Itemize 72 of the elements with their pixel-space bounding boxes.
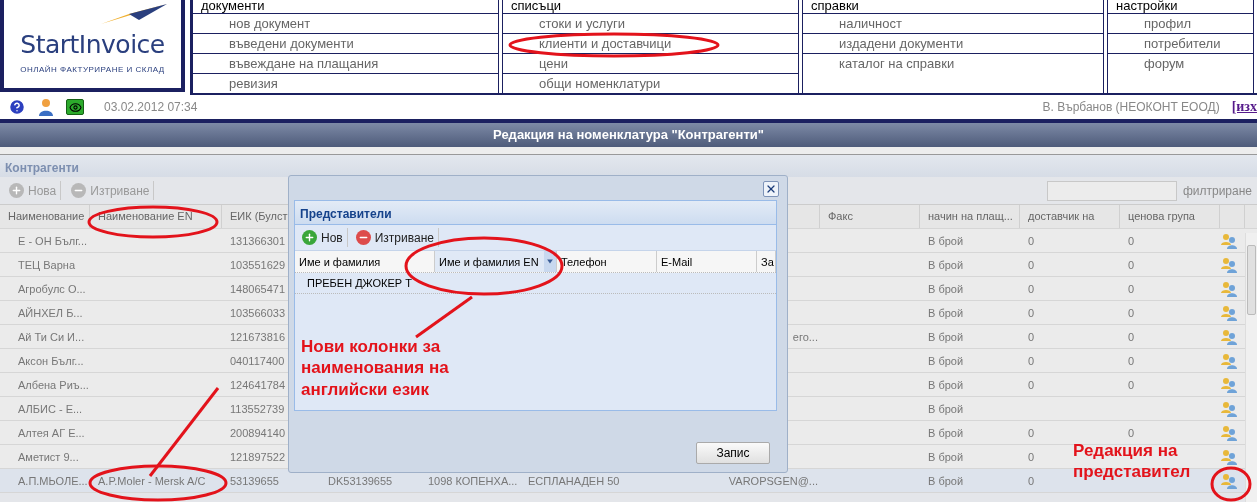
- logo-name: StartInvoice: [20, 30, 165, 59]
- table-cell: Албена Риъ...: [18, 378, 89, 391]
- table-cell: 0: [1028, 234, 1035, 247]
- table-cell: 113552739: [230, 402, 285, 415]
- table-cell: АЛБИС - Е...: [18, 402, 83, 415]
- table-cell: A.P.Moler - Mersk A/C: [98, 474, 206, 487]
- table-cell: 103566033: [230, 306, 286, 319]
- table-cell: 0: [1128, 306, 1135, 319]
- table-cell: 121897522: [230, 450, 286, 463]
- table-cell: Е - ОН Бълг...: [18, 234, 88, 247]
- table-cell: Агробулс О...: [18, 282, 86, 295]
- table-cell: 0: [1028, 330, 1035, 343]
- table-cell: 040117400: [230, 354, 285, 367]
- table-cell: В брой: [928, 282, 964, 295]
- date-time: 03.02.2012 07:34: [104, 100, 198, 114]
- table-cell: 0: [1028, 378, 1035, 391]
- table-cell: 0: [1028, 450, 1035, 463]
- table-cell: 0: [1028, 474, 1035, 487]
- table-cell: 0: [1128, 258, 1135, 271]
- table-cell: В брой: [928, 234, 964, 247]
- table-cell: ЕСПЛАНАДЕН 50: [528, 474, 620, 487]
- dialog-title: Представители: [295, 201, 776, 225]
- table-cell: 103551629: [230, 258, 286, 271]
- table-cell: 0: [1028, 282, 1035, 295]
- table-cell: В брой: [928, 306, 964, 319]
- panel-title: Контрагенти: [0, 155, 1257, 177]
- annotation-text: Нови колонки за наименования на английски език: [301, 336, 450, 400]
- table-cell: Аметист 9...: [18, 450, 79, 463]
- table-cell: 0: [1128, 378, 1135, 391]
- table-cell: 53139655: [230, 474, 279, 487]
- table-cell: АЙНХЕЛ Б...: [18, 306, 83, 319]
- menu-heading: справки: [803, 0, 1103, 14]
- filter-label: филтриране: [1182, 183, 1252, 198]
- table-cell: 0: [1128, 330, 1135, 343]
- menu-heading: документи: [193, 0, 498, 14]
- table-cell: его...: [792, 330, 818, 343]
- table-cell: DK53139655: [328, 474, 393, 487]
- table-cell: 0: [1028, 306, 1035, 319]
- table-cell: 124641784: [230, 378, 286, 391]
- table-cell-text: ПРЕБЕН ДЖОКЕР Т: [306, 277, 413, 289]
- table-cell: 0: [1028, 426, 1035, 439]
- table-cell: 0: [1028, 258, 1035, 271]
- table-cell: ТЕЦ Варна: [18, 258, 75, 271]
- table-cell: В брой: [928, 378, 964, 391]
- table-cell: 121673816: [230, 330, 286, 343]
- table-cell: В брой: [928, 258, 964, 271]
- table-cell: В брой: [928, 354, 964, 367]
- table-cell: А.П.МЬОЛЕ...: [18, 474, 88, 487]
- table-cell: В брой: [928, 474, 964, 487]
- table-cell: VAROPSGEN@...: [728, 474, 818, 487]
- table-cell: Алтея АГ Е...: [18, 426, 85, 439]
- table-cell: В брой: [928, 450, 964, 463]
- table-cell: В брой: [928, 402, 964, 415]
- user-name: В. Върбанов (НЕОКОНТ ЕООД): [1042, 100, 1220, 114]
- table-cell: 148065471: [230, 282, 286, 295]
- menu-heading: настройки: [1108, 0, 1253, 14]
- menu-heading: списъци: [503, 0, 798, 14]
- table-cell: Ай Ти Си И...: [18, 330, 85, 343]
- annotation-text: Редакция на: [1073, 440, 1179, 462]
- table-cell: 200894140: [230, 426, 286, 439]
- table-cell: 131366301: [230, 234, 286, 247]
- page-title: Редакция на номенклатура "Контрагенти": [0, 119, 1257, 147]
- table-cell: 0: [1028, 354, 1035, 367]
- table-cell: 1098 КОПЕНХА...: [428, 474, 518, 487]
- table-cell: 0: [1128, 234, 1135, 247]
- table-cell: Аксон Бълг...: [18, 354, 84, 367]
- table-cell: В брой: [928, 426, 964, 439]
- table-cell: В брой: [928, 330, 964, 343]
- logo-tagline: ОНЛАЙН ФАКТУРИРАНЕ И СКЛАД: [20, 65, 165, 74]
- table-cell: 0: [1128, 426, 1135, 439]
- table-cell: 0: [1128, 354, 1135, 367]
- table-cell: 0: [1128, 282, 1135, 295]
